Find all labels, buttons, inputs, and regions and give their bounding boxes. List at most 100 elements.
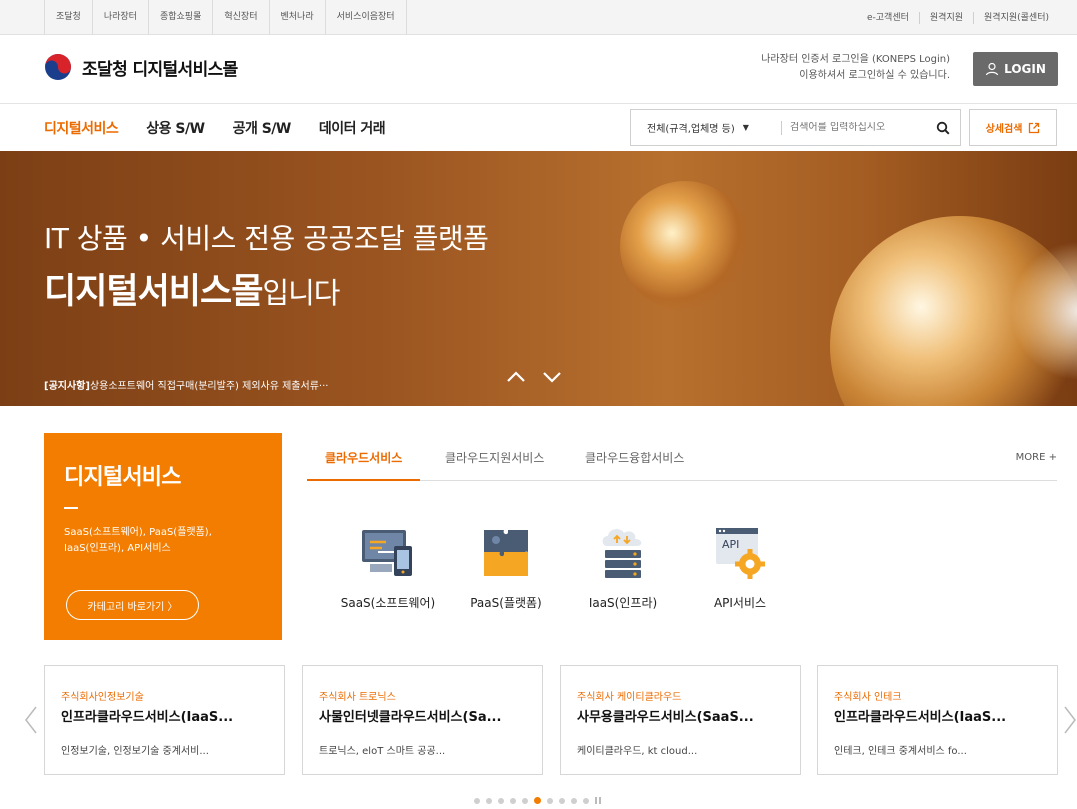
product-card[interactable]: 주식회사 케이티클라우드 사무용클라우드서비스(SaaS... 케이티클라우드,… — [560, 665, 801, 775]
tab-cloud-support-service[interactable]: 클라우드지원서비스 — [445, 445, 544, 481]
banner-title-bold: 디지털서비스몰 — [44, 272, 263, 312]
pagination-dot[interactable] — [559, 797, 565, 804]
card-product-name: 사물인터넷클라우드서비스(Sa... — [319, 710, 502, 725]
login-note-line1: 나라장터 인증서 로그인을 (KONEPS Login) — [761, 54, 950, 65]
service-tabs: 클라우드서비스 클라우드지원서비스 클라우드융합서비스 MORE + — [307, 445, 1057, 481]
card-company: 주식회사 인테크 — [834, 692, 902, 703]
card-product-name: 인프라클라우드서비스(IaaS... — [834, 710, 1007, 725]
category-divider — [64, 507, 78, 509]
card-tags: 인테크, 인테크 중계서비스 fo... — [834, 746, 967, 757]
pagination-dot[interactable] — [583, 797, 589, 804]
category-title: 디지털서비스 — [64, 465, 181, 490]
search-icon[interactable] — [936, 121, 950, 135]
carousel-pagination — [474, 797, 601, 804]
category-shortcut-button[interactable]: 카테고리 바로가기 〉 — [66, 590, 199, 620]
card-company: 주식회사인정보기술 — [61, 692, 144, 703]
external-link-icon — [1029, 122, 1040, 133]
utility-link-pps[interactable]: 조달청 — [44, 0, 93, 35]
chevron-right-icon[interactable] — [1063, 705, 1077, 735]
product-card[interactable]: 주식회사 트로닉스 사물인터넷클라우드서비스(Sa... 트로닉스, eloT … — [302, 665, 543, 775]
utility-link-service-market[interactable]: 서비스이음장터 — [326, 0, 407, 35]
service-paas[interactable]: PaaS(플랫폼) — [446, 520, 566, 611]
customer-center-link[interactable]: e-고객센터 — [857, 12, 919, 24]
service-label-paas: PaaS(플랫폼) — [470, 596, 542, 610]
service-label-api: API서비스 — [713, 596, 767, 610]
nav-item-data-trade[interactable]: 데이터 거래 — [319, 118, 386, 138]
service-label-saas: SaaS(소프트웨어) — [340, 596, 436, 610]
pause-icon[interactable] — [595, 797, 601, 804]
banner-title-suffix: 입니다 — [262, 276, 340, 310]
remote-support-link[interactable]: 원격지원 — [918, 11, 973, 24]
utility-link-shopping-mall[interactable]: 종합쇼핑몰 — [149, 0, 214, 35]
chevron-up-icon[interactable] — [505, 369, 527, 385]
search-box: 전체(규격,업체명 등) ▼ — [630, 109, 961, 146]
service-saas[interactable]: SaaS(소프트웨어) — [328, 520, 448, 611]
pagination-dot[interactable] — [498, 797, 504, 804]
pagination-dot[interactable] — [474, 797, 480, 804]
card-company: 주식회사 트로닉스 — [319, 692, 396, 703]
service-api[interactable]: API API서비스 — [680, 520, 800, 611]
tab-cloud-convergence-service[interactable]: 클라우드융합서비스 — [585, 445, 684, 481]
api-icon: API — [716, 528, 765, 579]
notice-text: 상용소프트웨어 직접구매(분리발주) 제외사유 제출서류··· — [89, 381, 329, 392]
card-tags: 인정보기술, 인정보기술 중계서비... — [61, 746, 209, 757]
search-scope-select[interactable]: 전체(규격,업체명 등) ▼ — [631, 120, 781, 135]
notice-arrows — [505, 369, 577, 385]
card-tags: 케이티클라우드, kt cloud... — [577, 746, 698, 757]
search-input[interactable] — [790, 122, 930, 133]
login-button-label: LOGIN — [1004, 62, 1046, 76]
main-nav: 디지털서비스 상용 S/W 공개 S/W 데이터 거래 전체(규격,업체명 등)… — [0, 103, 1077, 151]
nav-item-open-sw[interactable]: 공개 S/W — [233, 118, 292, 138]
search-divider — [781, 120, 782, 135]
notice-tag: [공지사항] — [44, 381, 90, 392]
api-icon-text: API — [722, 538, 739, 551]
search-scope-value: 전체(규격,업체명 등) — [647, 124, 735, 135]
digital-service-category: 디지털서비스 SaaS(소프트웨어), PaaS(플랫폼), IaaS(인프라)… — [44, 433, 282, 640]
login-note: 나라장터 인증서 로그인을 (KONEPS Login) 이용하셔서 로그인하실… — [761, 52, 950, 84]
taegeuk-logo-icon — [45, 54, 71, 80]
pagination-dot[interactable] — [547, 797, 553, 804]
category-desc-line2: IaaS(인프라), API서비스 — [64, 543, 171, 554]
more-link[interactable]: MORE + — [1016, 445, 1057, 471]
paas-icon — [484, 530, 528, 576]
utility-link-innovation-market[interactable]: 혁신장터 — [213, 0, 270, 35]
tab-cloud-service[interactable]: 클라우드서비스 — [307, 445, 421, 481]
pagination-dot[interactable] — [522, 797, 528, 804]
card-tags: 트로닉스, eloT 스마트 공공... — [319, 746, 446, 757]
product-card[interactable]: 주식회사인정보기술 인프라클라우드서비스(IaaS... 인정보기술, 인정보기… — [44, 665, 285, 775]
iaas-icon — [602, 529, 642, 578]
utility-link-koneps[interactable]: 나라장터 — [93, 0, 149, 35]
pagination-dot[interactable] — [534, 797, 541, 804]
banner-subtitle: IT 상품 • 서비스 전용 공공조달 플랫폼 — [44, 222, 489, 255]
card-product-name: 사무용클라우드서비스(SaaS... — [577, 710, 754, 725]
chevron-down-icon[interactable] — [541, 369, 563, 385]
card-product-name: 인프라클라우드서비스(IaaS... — [61, 710, 234, 725]
pagination-dot[interactable] — [486, 797, 492, 804]
card-company: 주식회사 케이티클라우드 — [577, 692, 682, 703]
chevron-left-icon[interactable] — [24, 705, 38, 735]
saas-icon — [362, 530, 412, 576]
service-label-iaas: IaaS(인프라) — [588, 596, 658, 610]
category-desc-line1: SaaS(소프트웨어), PaaS(플랫폼), — [64, 527, 212, 538]
service-iaas[interactable]: IaaS(인프라) — [563, 520, 683, 611]
utility-link-venture[interactable]: 벤처나라 — [270, 0, 326, 35]
pagination-dot[interactable] — [510, 797, 516, 804]
nav-menu: 디지털서비스 상용 S/W 공개 S/W 데이터 거래 — [44, 104, 413, 152]
login-button[interactable]: LOGIN — [973, 52, 1058, 86]
product-card[interactable]: 주식회사 인테크 인프라클라우드서비스(IaaS... 인테크, 인테크 중계서… — [817, 665, 1058, 775]
utility-bar: 조달청 나라장터 종합쇼핑몰 혁신장터 벤처나라 서비스이음장터 e-고객센터 … — [0, 0, 1077, 35]
detail-search-button[interactable]: 상세검색 — [969, 109, 1057, 146]
pagination-dot[interactable] — [571, 797, 577, 804]
nav-item-commercial-sw[interactable]: 상용 S/W — [146, 118, 205, 138]
caret-down-icon: ▼ — [742, 123, 749, 132]
logo-text: 조달청 디지털서비스몰 — [82, 59, 238, 80]
detail-search-label: 상세검색 — [985, 124, 1023, 135]
remote-support-call-link[interactable]: 원격지원(콜센터) — [973, 11, 1059, 24]
site-logo[interactable]: 조달청 디지털서비스몰 — [44, 50, 238, 84]
category-description: SaaS(소프트웨어), PaaS(플랫폼), IaaS(인프라), API서비… — [64, 525, 212, 557]
nav-item-digital-service[interactable]: 디지털서비스 — [44, 118, 119, 138]
login-note-line2: 이용하셔서 로그인하실 수 있습니다. — [799, 70, 950, 81]
user-icon — [986, 62, 999, 76]
banner-notice[interactable]: [공지사항]상용소프트웨어 직접구매(분리발주) 제외사유 제출서류··· — [44, 377, 328, 392]
hero-banner[interactable]: IT 상품 • 서비스 전용 공공조달 플랫폼 디지털서비스몰입니다 [공지사항… — [0, 151, 1077, 406]
